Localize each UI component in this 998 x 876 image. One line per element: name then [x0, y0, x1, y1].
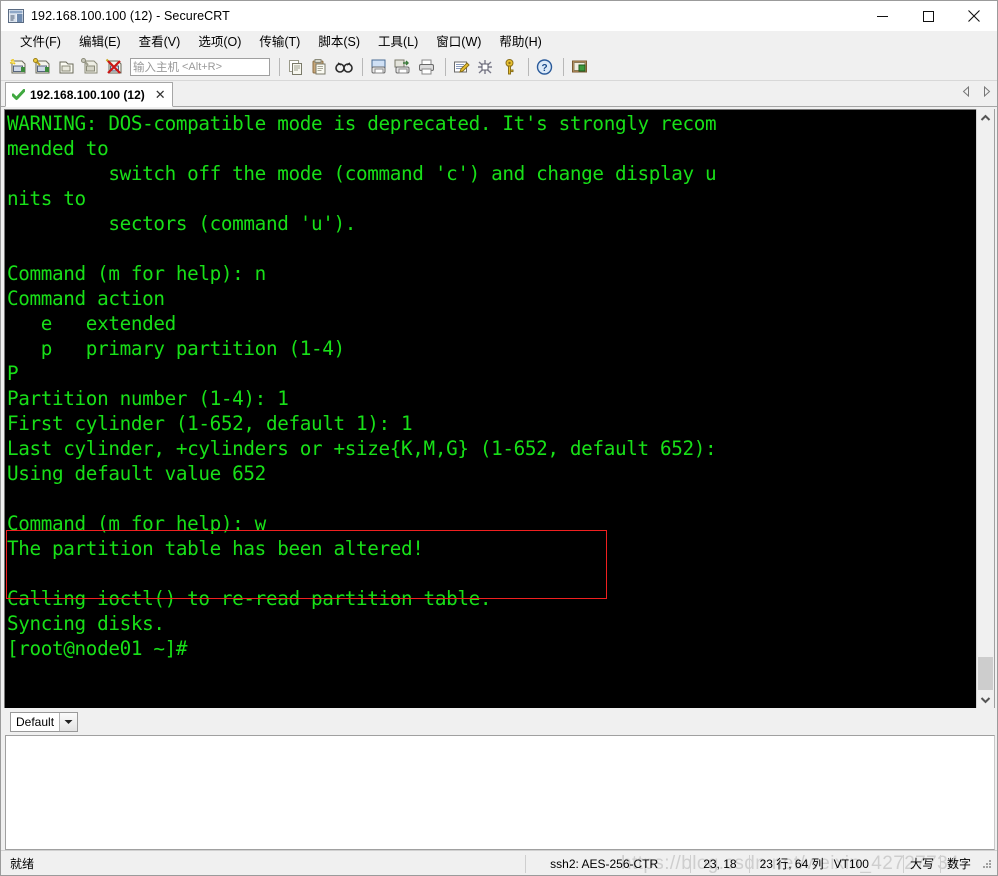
status-emulation: VT100 [833, 856, 869, 871]
terminal-text: WARNING: DOS-compatible mode is deprecat… [7, 111, 976, 708]
terminal-line: e extended [7, 312, 176, 335]
session-profile-dropdown[interactable]: Default [10, 711, 78, 732]
menu-edit[interactable]: 编辑(E) [70, 33, 130, 53]
tab-label: 192.168.100.100 (12) [30, 87, 145, 102]
toolbar-separator [362, 58, 363, 76]
tab-bar: 192.168.100.100 (12) ✕ [1, 81, 997, 107]
caption-buttons [859, 1, 997, 31]
toolbar: 输入主机 <Alt+R> ? [1, 54, 997, 81]
chevron-down-icon[interactable] [59, 712, 77, 731]
connect-sftp-icon[interactable] [80, 57, 102, 78]
help-icon[interactable]: ? [534, 57, 556, 78]
menu-file[interactable]: 文件(F) [11, 33, 70, 53]
session-profile-value: Default [16, 714, 55, 729]
terminal-line: Command action [7, 287, 165, 310]
print-icon[interactable] [416, 57, 438, 78]
maximize-button[interactable] [905, 1, 951, 31]
terminal-line: Syncing disks. [7, 612, 165, 635]
svg-text:?: ? [541, 63, 547, 74]
command-window-pane[interactable] [5, 735, 995, 850]
disconnect-icon[interactable] [104, 57, 126, 78]
terminal-screen[interactable]: WARNING: DOS-compatible mode is deprecat… [4, 109, 976, 708]
status-encryption: ssh2: AES-256-CTR [525, 854, 690, 873]
window-title: 192.168.100.100 (12) - SecureCRT [31, 9, 230, 23]
key-icon[interactable] [499, 57, 521, 78]
connected-check-icon [12, 88, 25, 101]
terminal-line: Partition number (1-4): 1 [7, 387, 289, 410]
toolbar-separator [563, 58, 564, 76]
host-input-hotkey: <Alt+R> [182, 61, 223, 73]
chevron-down-icon[interactable] [977, 691, 994, 708]
minimize-button[interactable] [859, 1, 905, 31]
copy-icon[interactable] [285, 57, 307, 78]
menu-window[interactable]: 窗口(W) [427, 33, 490, 53]
host-input-placeholder: 输入主机 [133, 62, 179, 74]
tab-scroll-arrows [962, 84, 991, 102]
menu-view[interactable]: 查看(V) [130, 33, 190, 53]
print-selection-icon[interactable] [392, 57, 414, 78]
clone-session-icon[interactable] [56, 57, 78, 78]
resize-grip-icon[interactable] [980, 857, 994, 871]
host-input[interactable]: 输入主机 <Alt+R> [130, 58, 270, 76]
chevron-up-icon[interactable] [977, 109, 994, 126]
terminal-scrollbar[interactable] [976, 109, 995, 708]
terminal-line: p primary partition (1-4) [7, 337, 345, 360]
toolbar-separator [279, 58, 280, 76]
session-manager-icon[interactable] [569, 57, 591, 78]
title-bar: 192.168.100.100 (12) - SecureCRT [1, 1, 997, 31]
terminal-line: mended to [7, 137, 109, 160]
terminal-line: Command (m for help): w [7, 512, 266, 535]
tab-session-192-168-100-100[interactable]: 192.168.100.100 (12) ✕ [5, 82, 173, 107]
status-dimensions: 23 行, 64 列 [748, 854, 830, 873]
status-bar: 就绪 https://blog.csdn.net/weixin_42727734… [1, 850, 997, 875]
global-options-icon[interactable] [475, 57, 497, 78]
terminal-line: Command (m for help): n [7, 262, 266, 285]
status-caps-lock: 大写 [902, 854, 940, 873]
status-right-group: ssh2: AES-256-CTR 23, 18 23 行, 64 列 VT10… [525, 851, 997, 876]
new-session-icon[interactable] [8, 57, 30, 78]
menu-options[interactable]: 选项(O) [189, 33, 250, 53]
triangle-right-icon[interactable] [982, 84, 991, 102]
menu-transfer[interactable]: 传输(T) [250, 33, 309, 53]
terminal-line: P [7, 362, 19, 385]
status-cursor-position: 23, 18 [690, 854, 748, 873]
terminal-line: [root@node01 ~]# [7, 637, 188, 660]
connect-session-icon[interactable] [32, 57, 54, 78]
menu-bar: 文件(F) 编辑(E) 查看(V) 选项(O) 传输(T) 脚本(S) 工具(L… [1, 31, 997, 54]
print-screen-icon[interactable] [368, 57, 390, 78]
scrollbar-thumb[interactable] [978, 657, 993, 690]
paste-icon[interactable] [309, 57, 331, 78]
terminal-line: Last cylinder, +cylinders or +size{K,M,G… [7, 437, 717, 460]
securecrt-window: 192.168.100.100 (12) - SecureCRT 文件(F) 编… [0, 0, 998, 876]
terminal-line: sectors (command 'u'). [7, 212, 357, 235]
toolbar-separator [445, 58, 446, 76]
close-icon[interactable]: ✕ [155, 88, 166, 101]
terminal-line: First cylinder (1-652, default 1): 1 [7, 412, 413, 435]
menu-script[interactable]: 脚本(S) [309, 33, 369, 53]
session-options-icon[interactable] [451, 57, 473, 78]
menu-help[interactable]: 帮助(H) [490, 33, 550, 53]
terminal-line: Calling ioctl() to re-read partition tab… [7, 587, 492, 610]
terminal-line: WARNING: DOS-compatible mode is deprecat… [7, 112, 717, 135]
status-num-lock: 数字 [939, 854, 977, 873]
terminal-line: Using default value 652 [7, 462, 266, 485]
status-ready-text: 就绪 [10, 856, 35, 871]
terminal-line: switch off the mode (command 'c') and ch… [7, 162, 717, 185]
terminal-line: nits to [7, 187, 86, 210]
close-button[interactable] [951, 1, 997, 31]
find-icon[interactable] [333, 57, 355, 78]
triangle-left-icon[interactable] [962, 84, 971, 102]
menu-tools[interactable]: 工具(L) [369, 33, 427, 53]
terminal-line: The partition table has been altered! [7, 537, 424, 560]
toolbar-separator [528, 58, 529, 76]
session-combo-strip: Default [1, 708, 997, 735]
securecrt-app-icon [8, 8, 24, 24]
terminal-pane: WARNING: DOS-compatible mode is deprecat… [1, 107, 997, 708]
